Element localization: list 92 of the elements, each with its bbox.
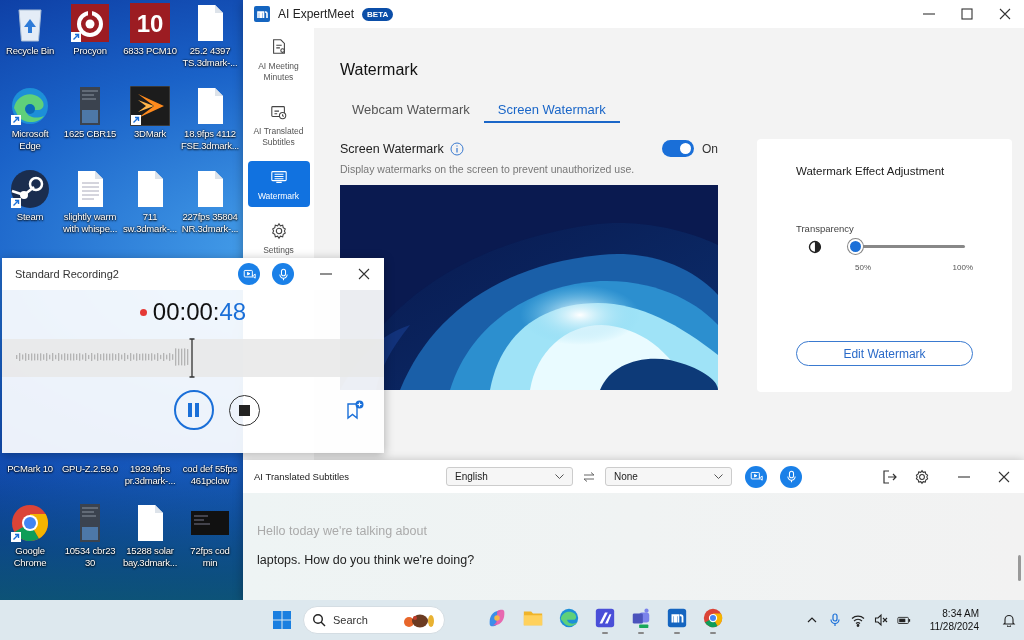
settings-icon[interactable] <box>914 468 930 485</box>
app-icon[interactable] <box>594 606 616 629</box>
close-icon[interactable] <box>358 268 370 280</box>
bell-icon[interactable] <box>1002 613 1016 627</box>
desktop-icon-label[interactable]: GPU-Z.2.59.0 <box>61 463 119 475</box>
scrollbar[interactable] <box>1018 555 1021 581</box>
info-icon[interactable] <box>449 141 464 156</box>
swirl-logo-icon[interactable] <box>10 86 50 126</box>
desktop-icon-label[interactable]: 72fps cod min <box>190 545 230 569</box>
ring-logo-icon[interactable] <box>70 3 110 43</box>
desktop-icon-label[interactable]: Recycle Bin <box>6 45 54 57</box>
setting-label: Screen Watermark <box>340 141 444 156</box>
desktop-icon-label[interactable]: Google Chrome <box>13 545 47 569</box>
desktop-icon-label[interactable]: 25.2 4397 TS.3dmark-... <box>182 45 238 69</box>
card-title: Watermark Effect Adjustment <box>796 165 946 177</box>
browser-icon[interactable] <box>10 503 50 543</box>
pause-icon[interactable] <box>187 402 201 418</box>
chevron-logo-icon[interactable] <box>130 86 170 126</box>
search-icon[interactable] <box>312 613 326 627</box>
sidebar-item[interactable]: Settings <box>247 215 310 256</box>
document-clock-icon <box>269 103 288 121</box>
desktop-icon-label[interactable]: 18.9fps 4112 FSE.3dmark... <box>180 128 240 152</box>
slider-label: Transparency <box>796 223 855 234</box>
tile-logo-icon[interactable]: 10 <box>130 3 170 43</box>
team-app-icon[interactable] <box>630 606 652 629</box>
window-title: Standard Recording2 <box>15 268 119 280</box>
microphone-button[interactable] <box>780 465 802 488</box>
app-logo-icon[interactable] <box>666 606 688 629</box>
caret-icon[interactable] <box>714 473 723 480</box>
window-title: AI ExpertMeet <box>278 7 355 21</box>
screen-audio-icon[interactable] <box>749 470 763 483</box>
desktop-icon-label[interactable]: 10534 cbr23 30 <box>64 545 116 569</box>
desktop-icon-label[interactable]: 711 sw.3dmark-... <box>123 211 177 235</box>
desktop-icon-label[interactable]: slightly warm with whispe... <box>62 211 118 235</box>
tab[interactable]: Webcam Watermark <box>338 97 484 123</box>
microphone-icon[interactable] <box>784 470 798 483</box>
browser-icon[interactable] <box>702 606 724 629</box>
desktop-icon-label[interactable]: PCMark 10 <box>7 463 53 475</box>
slider-thumb[interactable] <box>847 239 863 254</box>
beta-badge: BETA <box>362 7 394 21</box>
desktop-icon-label[interactable]: cod def 55fps 461pclow <box>182 463 238 487</box>
desktop-icon-label[interactable]: 3DMark <box>133 128 167 140</box>
toggle-switch[interactable] <box>662 140 694 157</box>
caret-icon[interactable] <box>555 473 564 480</box>
swap-icon[interactable] <box>583 471 595 482</box>
taskbar-app-button[interactable] <box>665 606 689 634</box>
harvest-decoration-icon[interactable] <box>403 612 437 628</box>
clock-time[interactable]: 8:34 AM <box>942 607 979 620</box>
pause-button[interactable] <box>174 390 214 430</box>
app-logo-icon <box>254 6 270 22</box>
desktop-icon-label[interactable]: Steam <box>16 211 44 223</box>
source-language-select[interactable]: English <box>446 467 573 486</box>
slider-min-label: 50% <box>855 263 871 272</box>
target-language-select[interactable]: None <box>605 467 732 486</box>
exit-icon[interactable] <box>882 468 898 485</box>
toggle-state-label: On <box>702 141 718 156</box>
setting-description: Display watermarks on the screen to prevent unauthorized use. <box>340 163 636 175</box>
desktop-icon-label[interactable]: 6833 PCM10 <box>123 45 177 57</box>
monitor-icon <box>269 168 288 186</box>
recording-timer: 00:00:48 <box>152 298 247 326</box>
desktop-icon-label[interactable]: Procyon <box>73 45 107 57</box>
edit-watermark-button[interactable]: Edit Watermark <box>796 341 973 366</box>
desktop-icon-label[interactable]: 1625 CBR15 <box>63 128 117 140</box>
screen-audio-button[interactable] <box>745 465 767 488</box>
start-icon[interactable] <box>272 610 292 630</box>
close-icon[interactable] <box>999 8 1011 20</box>
wifi-icon[interactable] <box>850 613 865 627</box>
sidebar-item[interactable]: AI Translated Subtitles <box>247 96 310 153</box>
subtitle-line: laptops. How do you think we're doing? <box>257 553 476 569</box>
round-logo-icon[interactable] <box>10 169 50 209</box>
contrast-icon <box>808 239 822 254</box>
sidebar-item[interactable]: AI Meeting Minutes <box>247 31 310 88</box>
tab[interactable]: Screen Watermark <box>483 97 620 123</box>
desktop-icon-label[interactable]: 1929.9fps pr.3dmark-... <box>124 463 176 487</box>
window-title: AI Translated Subtitles <box>254 471 351 482</box>
taskbar-app-button[interactable] <box>593 606 617 634</box>
muted-speaker-icon[interactable] <box>873 613 888 627</box>
stop-icon[interactable] <box>239 404 250 416</box>
page-heading: Watermark <box>340 60 419 80</box>
desktop-icon-label[interactable]: 15288 solar bay.3dmark... <box>122 545 178 569</box>
settings-icon <box>269 222 288 240</box>
close-icon[interactable] <box>998 470 1010 483</box>
slider-max-label: 100% <box>952 263 973 272</box>
taskbar-app-button[interactable] <box>701 606 725 634</box>
playhead-marker[interactable] <box>188 338 196 378</box>
subtitle-line: Hello today we're talking about <box>257 524 428 540</box>
bookmark-add-icon[interactable] <box>346 400 364 420</box>
desktop-icon-label[interactable]: Microsoft Edge <box>11 128 49 152</box>
clock-date[interactable]: 11/28/2024 <box>929 620 979 633</box>
maximize-icon[interactable] <box>961 8 973 20</box>
search-field[interactable]: Search <box>303 606 445 634</box>
sidebar-item[interactable]: Watermark <box>247 161 310 207</box>
